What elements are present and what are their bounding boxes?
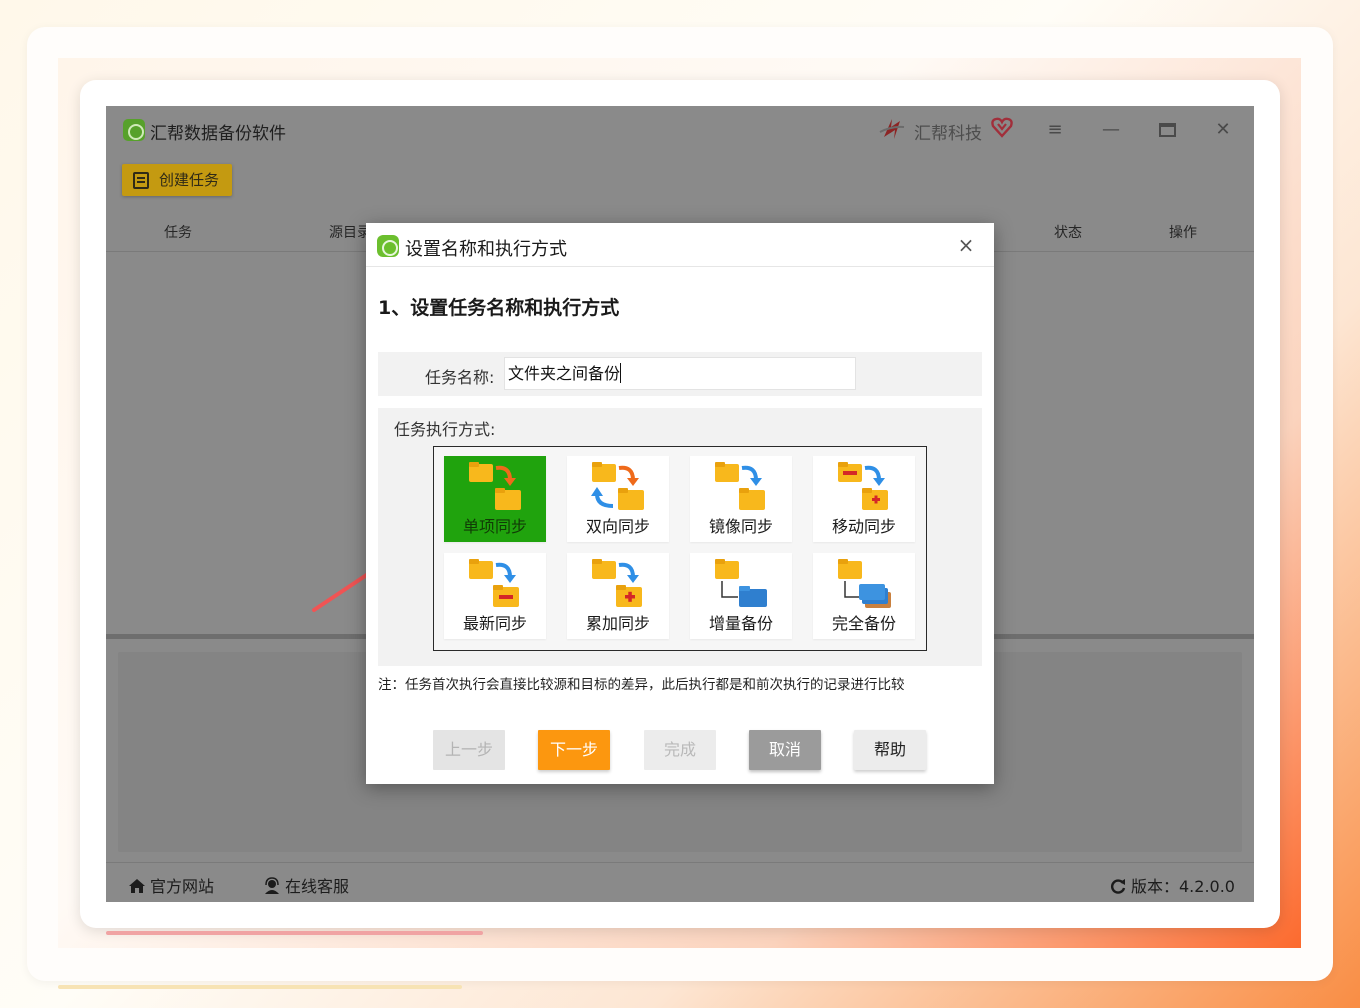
dialog-titlebar: 设置名称和执行方式 × <box>366 223 994 267</box>
mode-latest-sync[interactable]: 最新同步 <box>444 553 546 639</box>
create-task-label: 创建任务 <box>159 171 220 189</box>
latest-sync-icon <box>469 559 519 607</box>
task-name-value: 文件夹之间备份 <box>508 364 621 383</box>
mode-incremental-backup[interactable]: 增量备份 <box>690 553 792 639</box>
home-icon <box>129 879 145 893</box>
two-way-sync-icon <box>591 462 644 510</box>
app-title: 汇帮数据备份软件 <box>150 124 286 144</box>
app-logo-icon <box>123 119 145 141</box>
execution-mode-panel: 任务执行方式: 单项同步 双向同步 镜像同步 移动同步 最新同步 累加同步 增量… <box>378 408 982 666</box>
task-name-input[interactable]: 文件夹之间备份 <box>504 357 856 390</box>
column-header-source: 源目录 <box>329 225 371 241</box>
dialog-logo-icon <box>377 235 399 257</box>
help-button[interactable]: 帮助 <box>854 730 926 770</box>
online-support-link[interactable]: 在线客服 <box>263 873 349 897</box>
footer-divider <box>106 862 1254 863</box>
mode-grid: 单项同步 双向同步 镜像同步 移动同步 最新同步 累加同步 增量备份 完全备份 <box>433 446 927 651</box>
mirror-sync-icon <box>715 462 765 510</box>
version-info[interactable]: 版本：4.2.0.0 <box>1109 873 1235 897</box>
mode-label: 单项同步 <box>462 517 527 536</box>
move-sync-icon <box>838 462 888 510</box>
dialog-close-icon[interactable]: × <box>954 233 978 257</box>
mode-label: 镜像同步 <box>708 517 773 536</box>
step-heading: 1、设置任务名称和执行方式 <box>378 297 620 319</box>
sync-note: 注：任务首次执行会直接比较源和目标的差异，此后执行都是和前次执行的记录进行比较 <box>378 677 905 693</box>
refresh-icon <box>1111 879 1126 894</box>
brand-name: 汇帮科技 <box>914 124 982 144</box>
cancel-button[interactable]: 取消 <box>749 730 821 770</box>
menu-icon[interactable]: ≡ <box>1043 118 1067 142</box>
maximize-icon[interactable] <box>1155 118 1179 142</box>
incremental-backup-icon <box>715 559 767 607</box>
mode-mirror-sync[interactable]: 镜像同步 <box>690 456 792 542</box>
mode-label: 双向同步 <box>585 517 650 536</box>
dialog-title: 设置名称和执行方式 <box>405 239 567 260</box>
mode-label: 完全备份 <box>831 614 896 633</box>
mode-cumulative-sync[interactable]: 累加同步 <box>567 553 669 639</box>
column-header-actions: 操作 <box>1169 225 1197 241</box>
decorative-underline <box>106 931 483 935</box>
cumulative-sync-icon <box>592 559 642 607</box>
one-way-sync-icon <box>469 462 521 510</box>
mode-two-way-sync[interactable]: 双向同步 <box>567 456 669 542</box>
column-header-task: 任务 <box>164 225 192 241</box>
mode-label: 累加同步 <box>585 614 650 633</box>
support-agent-icon <box>265 877 279 894</box>
mode-one-way-sync[interactable]: 单项同步 <box>444 456 546 542</box>
task-name-label: 任务名称: <box>425 368 495 387</box>
minimize-icon[interactable]: — <box>1099 118 1123 142</box>
next-step-button[interactable]: 下一步 <box>538 730 610 770</box>
execution-mode-label: 任务执行方式: <box>394 420 496 439</box>
text-caret <box>620 363 622 383</box>
mode-full-backup[interactable]: 完全备份 <box>813 553 915 639</box>
decorative-underline <box>58 985 462 989</box>
version-label: 版本：4.2.0.0 <box>1131 877 1235 896</box>
column-header-status: 状态 <box>1054 225 1082 241</box>
task-list-icon <box>133 172 149 189</box>
mode-label: 移动同步 <box>831 517 896 536</box>
previous-step-button[interactable]: 上一步 <box>433 730 505 770</box>
official-website-link[interactable]: 官方网站 <box>128 873 214 897</box>
online-support-label: 在线客服 <box>285 877 350 896</box>
app-titlebar: 汇帮数据备份软件 汇帮科技 ≡ — ✕ <box>106 106 1254 154</box>
brand-logo-icon <box>879 119 905 139</box>
mode-label: 增量备份 <box>708 614 773 633</box>
create-task-button[interactable]: 创建任务 <box>122 164 232 196</box>
mode-label: 最新同步 <box>462 614 527 633</box>
official-website-label: 官方网站 <box>150 877 215 896</box>
full-backup-icon <box>838 559 891 608</box>
task-name-panel: 任务名称: 文件夹之间备份 <box>378 352 982 396</box>
mode-move-sync[interactable]: 移动同步 <box>813 456 915 542</box>
finish-button[interactable]: 完成 <box>644 730 716 770</box>
vip-heart-icon[interactable] <box>990 115 1014 139</box>
task-setup-dialog: 设置名称和执行方式 × 1、设置任务名称和执行方式 任务名称: 文件夹之间备份 … <box>366 223 994 784</box>
close-icon[interactable]: ✕ <box>1211 118 1235 142</box>
